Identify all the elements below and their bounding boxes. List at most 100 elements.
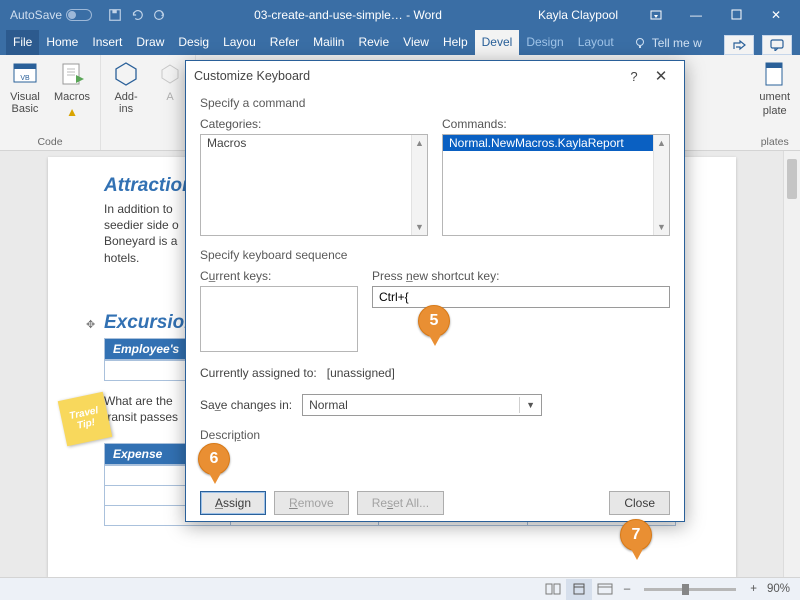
tell-me-search[interactable]: Tell me w [627,31,709,55]
dialog-help-button[interactable]: ? [622,69,646,84]
chevron-up-icon[interactable]: ▲ [654,135,669,151]
addins-button[interactable]: Add- ins [111,59,141,115]
macros-button[interactable]: Macros ▲ [54,59,90,119]
dialog-close-button[interactable]: ✕ [646,67,676,85]
new-shortcut-input[interactable] [372,286,670,308]
press-new-label: Press new shortcut key: [372,269,670,283]
macros-label: Macros [54,91,90,103]
read-mode-button[interactable] [540,579,566,600]
visual-basic-button[interactable]: VB Visual Basic [10,59,40,115]
word-addins-label: A [166,91,173,103]
tab-file[interactable]: File [6,30,39,55]
minimize-button[interactable]: — [676,0,716,29]
dialog-titlebar: Customize Keyboard ? ✕ [186,61,684,91]
ribbon-tab-strip: File Home Insert Draw Desig Layou Refer … [0,29,800,55]
comments-button[interactable] [762,35,792,55]
tab-design[interactable]: Desig [171,30,216,55]
vertical-scrollbar[interactable] [783,151,800,577]
lightbulb-icon [634,37,647,50]
list-item[interactable]: Macros [201,135,427,151]
tab-developer[interactable]: Devel [475,30,520,55]
customize-keyboard-dialog: Customize Keyboard ? ✕ Specify a command… [185,60,685,522]
save-changes-value: Normal [309,398,348,412]
undo-icon[interactable] [130,8,144,22]
assign-button[interactable]: AAssignssign [200,491,266,515]
tab-draw[interactable]: Draw [129,30,171,55]
chevron-down-icon: ▼ [519,397,535,413]
share-button[interactable] [724,35,754,55]
zoom-out-button[interactable]: – [618,583,636,595]
ribbon-group-code: VB Visual Basic Macros ▲ Code [0,55,101,150]
table-anchor-icon[interactable]: ✥ [86,318,95,331]
account-name[interactable]: Kayla Claypool [520,8,636,22]
web-layout-button[interactable] [592,579,618,600]
commands-listbox[interactable]: Normal.NewMacros.KaylaReport ▲ ▼ [442,134,670,236]
tab-insert[interactable]: Insert [85,30,129,55]
tab-review[interactable]: Revie [351,30,396,55]
tab-table-layout[interactable]: Layout [571,30,621,55]
ribbon-display-options-icon[interactable] [636,0,676,29]
tab-help[interactable]: Help [436,30,475,55]
chevron-up-icon[interactable]: ▲ [412,135,427,151]
close-button[interactable]: ✕ [756,0,796,29]
toggle-off-icon [66,9,92,21]
save-changes-label: Save changes in: [200,398,292,412]
tab-layout[interactable]: Layou [216,30,263,55]
status-bar: – + 90% [0,577,800,600]
tab-home[interactable]: Home [39,30,85,55]
title-bar: AutoSave 03-create-and-use-simple… - Wor… [0,0,800,29]
quick-access-toolbar [98,8,176,22]
print-layout-button[interactable] [566,579,592,600]
categories-label: Categories: [200,117,428,131]
tab-mailings[interactable]: Mailin [306,30,351,55]
close-button[interactable]: Close [609,491,670,515]
zoom-level[interactable]: 90% [763,583,800,595]
word-addins-button[interactable]: A [155,59,185,103]
tab-references[interactable]: Refer [263,30,306,55]
ribbon-group-templates: ument plate plates [749,55,800,150]
maximize-button[interactable] [716,0,756,29]
svg-text:VB: VB [20,75,30,82]
tab-table-design[interactable]: Design [519,30,570,55]
description-label: Description [200,428,670,442]
section-keyboard-sequence: Specify keyboard sequence [200,248,670,262]
save-icon[interactable] [108,8,122,22]
assigned-label: Currently assigned to: [200,366,317,380]
doc-template-label-1: ument [759,91,790,103]
tell-me-label: Tell me w [652,36,702,50]
current-keys-label: Current keys: [200,269,358,283]
autosave-label: AutoSave [10,8,62,22]
chevron-down-icon[interactable]: ▼ [654,219,669,235]
commands-label: Commands: [442,117,670,131]
list-item[interactable]: Normal.NewMacros.KaylaReport [443,135,669,151]
travel-tip-label: Travel Tip! [68,405,101,433]
travel-tip-sticky: Travel Tip! [58,392,113,447]
document-title: 03-create-and-use-simple… - Word [176,8,520,22]
zoom-slider[interactable] [644,588,736,591]
categories-listbox[interactable]: Macros ▲ ▼ [200,134,428,236]
document-template-button[interactable]: ument plate [759,59,790,117]
tab-view[interactable]: View [396,30,436,55]
warning-icon: ▲ [66,105,78,119]
ribbon-group-addins: Add- ins A [101,55,196,150]
remove-button: Remove [274,491,349,515]
redo-icon[interactable] [152,8,166,22]
reset-all-button[interactable]: Reset All... [357,491,444,515]
zoom-in-button[interactable]: + [744,583,763,595]
addins-label: Add- ins [114,91,137,115]
currently-assigned-row: Currently assigned to: [unassigned] [200,366,670,380]
save-changes-combobox[interactable]: Normal ▼ [302,394,542,416]
addins-icon [111,59,141,89]
visual-basic-icon: VB [10,59,40,89]
document-template-icon [760,59,790,89]
doc-template-label-2: plate [763,105,787,117]
current-keys-listbox[interactable] [200,286,358,352]
callout-pin-6: 6 [198,443,232,485]
callout-pin-5: 5 [418,305,452,347]
assigned-value: [unassigned] [327,366,395,380]
dialog-title: Customize Keyboard [194,69,622,83]
scrollbar-thumb[interactable] [787,159,797,199]
chevron-down-icon[interactable]: ▼ [412,219,427,235]
autosave-toggle[interactable]: AutoSave [4,8,98,22]
section-specify-command: Specify a command [200,96,670,110]
